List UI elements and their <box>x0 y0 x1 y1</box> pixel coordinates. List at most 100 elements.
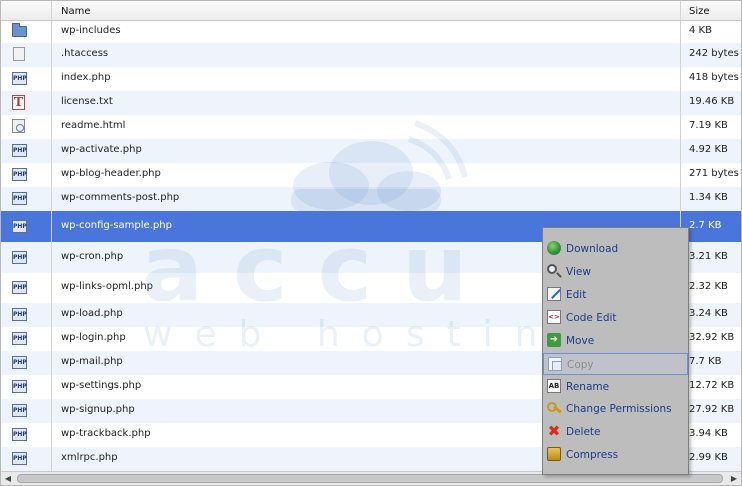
php-file-icon: PHP <box>12 191 27 206</box>
php-file-icon: PHP <box>12 427 27 442</box>
file-row[interactable]: PHP wp-comments-post.php 1.34 KB <box>1 187 741 211</box>
php-file-icon: PHP <box>12 331 27 346</box>
php-file-icon: PHP <box>12 451 27 466</box>
file-row[interactable]: PHP wp-blog-header.php 271 bytes <box>1 163 741 187</box>
magnifier-icon <box>547 264 557 274</box>
php-file-icon: PHP <box>12 280 27 295</box>
file-size: 4 KB <box>689 25 712 36</box>
menu-item-code-edit[interactable]: <> Code Edit <box>543 307 688 329</box>
menu-item-label: View <box>566 266 591 278</box>
file-name[interactable]: wp-mail.php <box>61 356 123 367</box>
file-size: 1.34 KB <box>689 192 728 203</box>
php-file-icon: PHP <box>12 167 27 182</box>
menu-item-copy[interactable]: Copy <box>543 353 688 375</box>
file-name[interactable]: readme.html <box>61 120 125 131</box>
file-size: 4.92 KB <box>689 144 728 155</box>
menu-item-label: Compress <box>566 449 619 461</box>
column-header-name[interactable]: Name <box>61 1 91 21</box>
file-size: 3.24 KB <box>689 308 728 319</box>
file-size: 7.7 KB <box>689 356 722 367</box>
scroll-left-icon[interactable]: ◀ <box>1 472 15 485</box>
file-size: 418 bytes <box>689 72 739 83</box>
file-manager: Name Size wp-includes 4 KB .htaccess 242 by… <box>0 0 742 486</box>
file-name[interactable]: wp-comments-post.php <box>61 192 179 203</box>
php-file-icon: PHP <box>12 379 27 394</box>
folder-icon <box>12 23 27 39</box>
menu-item-label: Copy <box>567 359 594 371</box>
pencil-icon <box>547 287 561 301</box>
file-name[interactable]: wp-login.php <box>61 332 126 343</box>
context-menu: Download View Edit <> Code Edit ➜ Move Copy AB Re… <box>542 227 689 475</box>
menu-item-rename[interactable]: AB Rename <box>543 376 688 398</box>
red-x-icon: ✖ <box>547 422 561 440</box>
menu-item-compress[interactable]: Compress <box>543 444 688 466</box>
menu-item-label: Code Edit <box>566 312 617 324</box>
file-row[interactable]: readme.html 7.19 KB <box>1 115 741 139</box>
file-name[interactable]: wp-blog-header.php <box>61 168 161 179</box>
menu-item-label: Edit <box>566 289 587 301</box>
file-size: 19.46 KB <box>689 96 735 107</box>
copy-icon <box>548 357 562 371</box>
scrollbar-thumb[interactable] <box>17 474 723 483</box>
menu-item-label: Rename <box>566 381 610 393</box>
key-icon <box>547 401 561 415</box>
file-name[interactable]: wp-load.php <box>61 308 123 319</box>
column-divider <box>51 1 52 471</box>
file-size: 242 bytes <box>689 48 739 59</box>
file-table-header: Name Size <box>1 1 741 21</box>
file-name[interactable]: index.php <box>61 72 111 83</box>
file-row[interactable]: PHP index.php 418 bytes <box>1 67 741 91</box>
file-name[interactable]: license.txt <box>61 96 113 107</box>
php-file-icon: PHP <box>12 355 27 370</box>
file-row[interactable]: wp-includes 4 KB <box>1 21 741 43</box>
file-name[interactable]: .htaccess <box>61 48 108 59</box>
menu-item-label: Move <box>566 335 595 347</box>
file-name[interactable]: wp-activate.php <box>61 144 142 155</box>
scroll-right-icon[interactable]: ▶ <box>727 472 741 485</box>
php-file-icon: PHP <box>12 219 27 234</box>
file-size: 2.7 KB <box>689 220 722 231</box>
file-row[interactable]: PHP wp-activate.php 4.92 KB <box>1 139 741 163</box>
file-name[interactable]: wp-cron.php <box>61 251 123 262</box>
file-name[interactable]: wp-settings.php <box>61 380 141 391</box>
arrow-right-icon: ➜ <box>547 333 561 347</box>
menu-item-label: Change Permissions <box>566 403 672 415</box>
php-file-icon: PHP <box>12 143 27 158</box>
file-name[interactable]: xmlrpc.php <box>61 452 118 463</box>
file-row[interactable]: .htaccess 242 bytes <box>1 43 741 67</box>
file-row[interactable]: Tlicense.txt 19.46 KB <box>1 91 741 115</box>
menu-item-label: Delete <box>566 426 601 438</box>
archive-box-icon <box>547 447 561 461</box>
php-file-icon: PHP <box>12 403 27 418</box>
file-size: 2.32 KB <box>689 281 728 292</box>
menu-item-download[interactable]: Download <box>543 238 688 260</box>
menu-item-move[interactable]: ➜ Move <box>543 330 688 352</box>
file-size: 32.92 KB <box>689 332 735 343</box>
menu-item-label: Download <box>566 243 619 255</box>
menu-item-delete[interactable]: ✖ Delete <box>543 421 688 443</box>
file-name[interactable]: wp-links-opml.php <box>61 281 153 292</box>
code-icon: <> <box>547 310 561 324</box>
php-file-icon: PHP <box>12 307 27 322</box>
file-name[interactable]: wp-trackback.php <box>61 428 151 439</box>
file-size: 7.19 KB <box>689 120 728 131</box>
menu-item-view[interactable]: View <box>543 261 688 283</box>
file-size: 271 bytes <box>689 168 739 179</box>
file-size: 3.94 KB <box>689 428 728 439</box>
file-name[interactable]: wp-includes <box>61 25 121 36</box>
file-size: 27.92 KB <box>689 404 735 415</box>
globe-download-icon <box>547 241 561 255</box>
rename-icon: AB <box>547 379 561 393</box>
file-name[interactable]: wp-config-sample.php <box>61 220 172 231</box>
menu-item-edit[interactable]: Edit <box>543 284 688 306</box>
file-icon <box>12 47 27 62</box>
file-size: 12.72 KB <box>689 380 735 391</box>
php-file-icon: PHP <box>12 71 27 86</box>
menu-item-change-permissions[interactable]: Change Permissions <box>543 398 688 420</box>
html-file-icon <box>12 119 27 134</box>
file-name[interactable]: wp-signup.php <box>61 404 135 415</box>
column-header-size[interactable]: Size <box>689 1 710 21</box>
text-file-icon: T <box>12 95 27 110</box>
php-file-icon: PHP <box>12 250 27 265</box>
file-size: 2.99 KB <box>689 452 728 463</box>
